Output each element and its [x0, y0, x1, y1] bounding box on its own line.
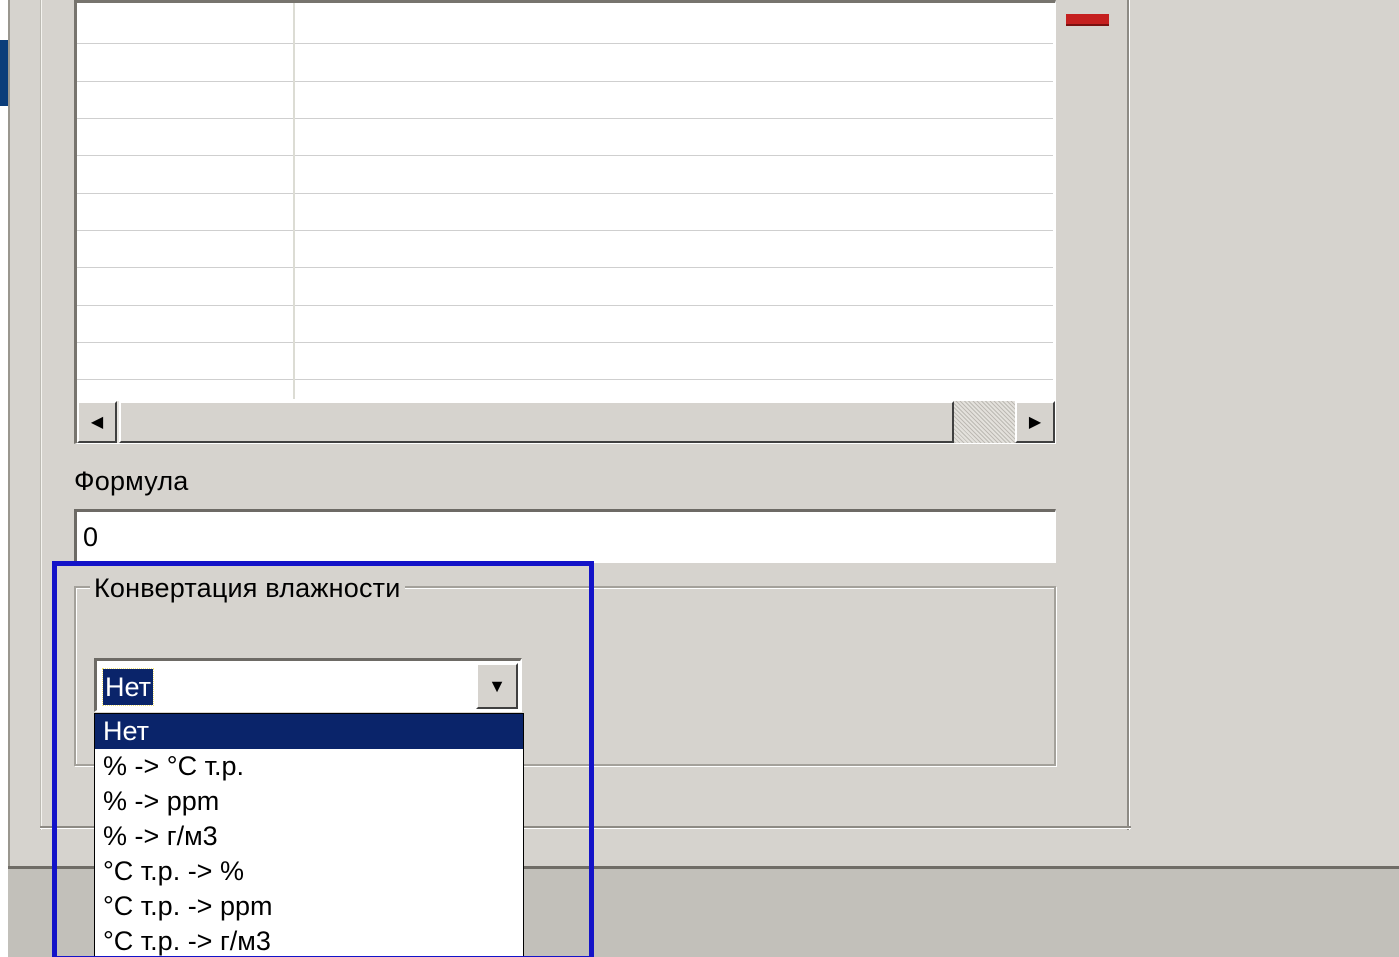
grid-row-line — [77, 379, 1053, 380]
formula-label: Формула — [74, 466, 189, 496]
dropdown-option[interactable]: % -> ppm — [95, 784, 523, 819]
dropdown-option[interactable]: °С т.р. -> г/м3 — [95, 924, 523, 956]
grid-row-line — [77, 193, 1053, 194]
arrow-left-icon: ◀ — [90, 414, 104, 431]
group-title: Конвертация влажности — [90, 573, 405, 604]
dropdown-list[interactable]: Нет % -> °С т.р. % -> ppm % -> г/м3 °С т… — [94, 713, 524, 957]
grid-row-line — [77, 230, 1053, 231]
panel-left-border — [40, 0, 42, 830]
dropdown-option[interactable]: % -> °С т.р. — [95, 749, 523, 784]
scroll-right-button[interactable]: ▶ — [1015, 401, 1055, 443]
dropdown-option[interactable]: °С т.р. -> ppm — [95, 889, 523, 924]
horizontal-scrollbar[interactable]: ◀ ▶ — [77, 401, 1055, 443]
scroll-left-button[interactable]: ◀ — [77, 401, 117, 443]
chevron-down-icon: ▼ — [488, 675, 506, 696]
scrollbar-thumb[interactable] — [119, 401, 954, 443]
panel-right-border — [1127, 0, 1130, 830]
selected-value: Нет — [102, 668, 154, 706]
formula-input[interactable] — [74, 509, 1056, 563]
arrow-right-icon: ▶ — [1028, 414, 1042, 431]
dropdown-option[interactable]: % -> г/м3 — [95, 819, 523, 854]
dropdown-button[interactable]: ▼ — [476, 663, 518, 709]
humidity-conversion-select[interactable]: Нет ▼ — [94, 658, 522, 712]
grid-row-line — [77, 43, 1053, 44]
grid-row-line — [77, 267, 1053, 268]
grid-row-line — [77, 118, 1053, 119]
grid-row-line — [77, 305, 1053, 306]
grid-row-line — [77, 342, 1053, 343]
grid-row-line — [77, 81, 1053, 82]
data-grid[interactable]: ◀ ▶ — [74, 0, 1056, 444]
grid-column-separator — [293, 3, 295, 399]
dropdown-option[interactable]: Нет — [95, 714, 523, 749]
dropdown-option[interactable]: °С т.р. -> % — [95, 854, 523, 889]
remove-row-button[interactable] — [1066, 14, 1109, 26]
grid-row-line — [77, 155, 1053, 156]
window-left-border — [8, 0, 10, 957]
